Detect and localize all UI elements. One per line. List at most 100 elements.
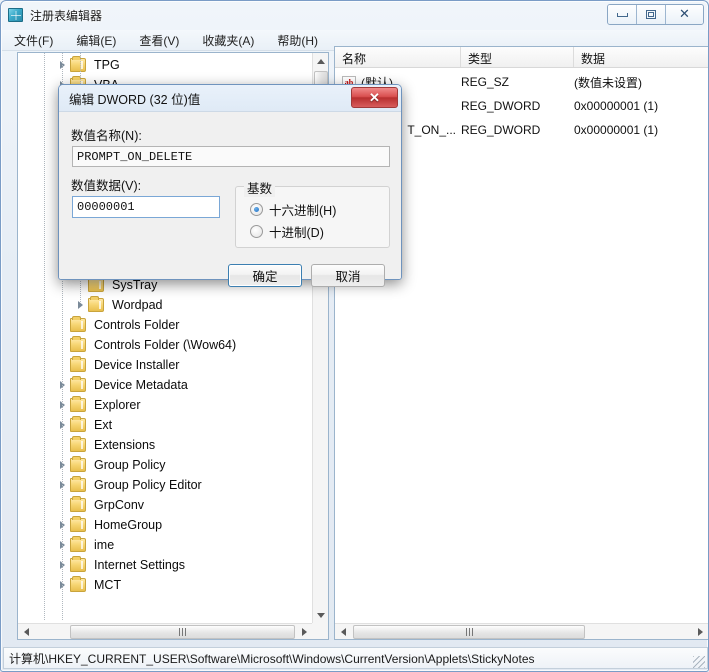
tree-item-label: Controls Folder	[94, 318, 180, 332]
maximize-button[interactable]	[637, 5, 666, 24]
list-scroll-right-button[interactable]	[692, 624, 708, 639]
list-scroll-left-button[interactable]	[335, 624, 351, 639]
value-data-label: 数值数据(V):	[71, 179, 142, 193]
radio-decimal[interactable]: 十进制(D)	[250, 222, 324, 241]
tree-scroll-down-button[interactable]	[313, 607, 328, 623]
tree-item-label: Device Metadata	[94, 378, 188, 392]
column-header-name[interactable]: 名称	[335, 47, 461, 67]
folder-icon	[70, 556, 86, 572]
value-name-input[interactable]: PROMPT_ON_DELETE	[72, 146, 390, 167]
menu-view[interactable]: 查看(V)	[135, 30, 188, 51]
tree-horizontal-scroll-thumb[interactable]	[70, 625, 295, 639]
title-bar: 注册表编辑器 ✕	[1, 1, 708, 29]
base-group: 基数 十六进制(H) 十进制(D)	[235, 178, 390, 248]
folder-icon	[70, 336, 86, 352]
list-horizontal-scroll-thumb[interactable]	[353, 625, 585, 639]
folder-icon	[70, 516, 86, 532]
folder-icon	[88, 296, 104, 312]
minimize-icon	[616, 12, 628, 17]
tree-scroll-up-button[interactable]	[313, 53, 328, 69]
menu-edit[interactable]: 编辑(E)	[72, 30, 125, 51]
radio-decimal-label: 十进制(D)	[269, 226, 324, 240]
close-icon: ✕	[679, 7, 690, 22]
value-type-cell: REG_SZ	[461, 75, 510, 89]
tree-item-label: Extensions	[94, 438, 156, 452]
column-header-data[interactable]: 数据	[574, 47, 708, 67]
column-header-type[interactable]: 类型	[461, 47, 574, 67]
ok-button[interactable]: 确定	[228, 264, 302, 287]
tree-item-label: Device Installer	[94, 358, 180, 372]
registry-editor-app: 注册表编辑器 ✕ 文件(F) 编辑(E) 查看(V) 收藏夹(A) 帮助(H) …	[0, 0, 709, 672]
main-window: 注册表编辑器 ✕ 文件(F) 编辑(E) 查看(V) 收藏夹(A) 帮助(H) …	[0, 0, 709, 672]
dialog-title-bar: 编辑 DWORD (32 位)值	[59, 85, 401, 112]
cancel-button-label: 取消	[335, 270, 361, 284]
tree-horizontal-scrollbar[interactable]	[18, 623, 312, 639]
edit-dword-dialog: 编辑 DWORD (32 位)值 ✕ 数值名称(N): PROMPT_ON_DE…	[58, 84, 402, 287]
menu-help[interactable]: 帮助(H)	[273, 30, 327, 51]
close-icon: ✕	[369, 89, 380, 105]
value-data-input-text: 00000001	[77, 200, 135, 214]
value-type-cell: REG_DWORD	[461, 123, 541, 137]
folder-icon	[70, 496, 86, 512]
radio-hexadecimal-label: 十六进制(H)	[269, 204, 337, 218]
window-title: 注册表编辑器	[30, 8, 103, 23]
resize-grip[interactable]	[693, 656, 705, 668]
menu-favorites[interactable]: 收藏夹(A)	[198, 30, 263, 51]
folder-icon	[70, 396, 86, 412]
value-data-input[interactable]: 00000001	[72, 196, 220, 218]
folder-icon	[88, 276, 104, 292]
window-controls: ✕	[607, 4, 704, 25]
value-data-cell: 0x00000001 (1)	[574, 123, 659, 137]
tree-item-label: Ext	[94, 418, 113, 432]
close-button[interactable]: ✕	[666, 5, 703, 24]
tree-scroll-corner	[312, 623, 328, 639]
tree-item-label: TPG	[94, 58, 120, 72]
folder-icon	[70, 376, 86, 392]
dialog-title: 编辑 DWORD (32 位)值	[69, 92, 201, 107]
tree-item-label: Internet Settings	[94, 558, 186, 572]
value-data-cell: (数值未设置)	[574, 75, 642, 90]
dialog-close-button[interactable]: ✕	[351, 87, 398, 108]
tree-item-label: Controls Folder (\Wow64)	[94, 338, 237, 352]
value-type-cell: REG_DWORD	[461, 99, 541, 113]
radio-hexadecimal-icon	[250, 203, 263, 216]
tree-item-label: Group Policy	[94, 458, 166, 472]
base-group-label: 基数	[244, 178, 276, 197]
folder-icon	[70, 456, 86, 472]
value-name-text: T_ON_...	[407, 123, 456, 137]
tree-item-label: SysTray	[112, 278, 158, 292]
value-name-label: 数值名称(N):	[71, 129, 142, 143]
tree-item-label: GrpConv	[94, 498, 145, 512]
folder-icon	[70, 536, 86, 552]
cancel-button[interactable]: 取消	[311, 264, 385, 287]
list-horizontal-scrollbar[interactable]	[335, 623, 708, 639]
values-list-header: 名称 类型 数据	[335, 47, 708, 68]
minimize-button[interactable]	[608, 5, 637, 24]
menu-file[interactable]: 文件(F)	[10, 30, 62, 51]
tree-scroll-right-button[interactable]	[296, 624, 312, 639]
registry-icon	[7, 7, 24, 24]
dialog-body: 数值名称(N): PROMPT_ON_DELETE 数值数据(V): 00000…	[59, 112, 401, 287]
folder-icon	[70, 416, 86, 432]
tree-item-label: Explorer	[94, 398, 141, 412]
tree-scroll-left-button[interactable]	[18, 624, 34, 639]
radio-hexadecimal[interactable]: 十六进制(H)	[250, 200, 336, 219]
tree-guide-line	[44, 53, 45, 621]
